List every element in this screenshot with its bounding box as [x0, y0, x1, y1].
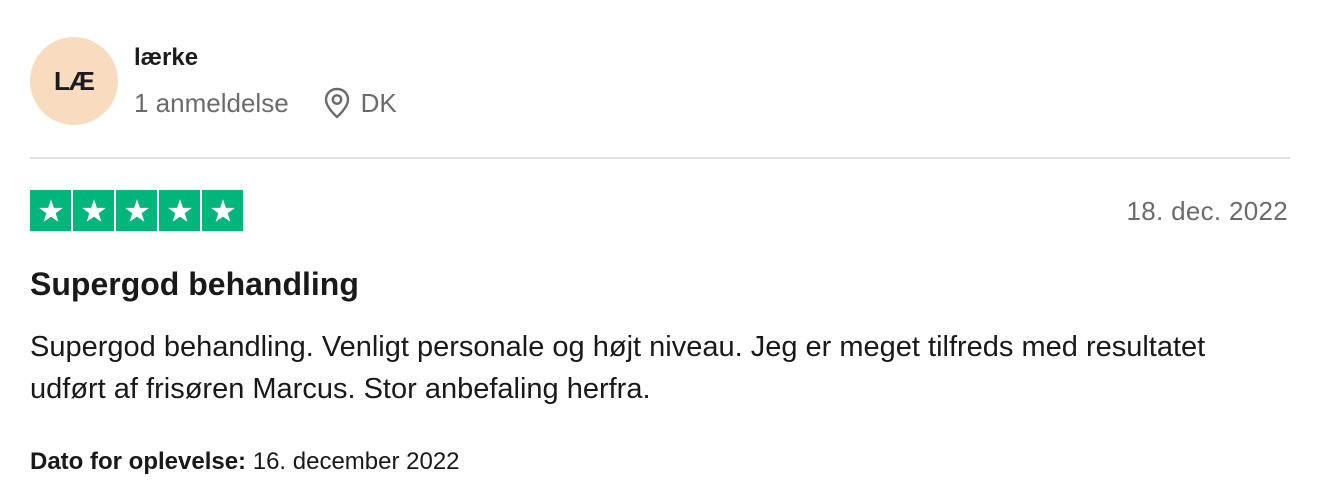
- divider: [30, 157, 1290, 159]
- avatar[interactable]: LÆ: [30, 37, 118, 125]
- review-card: LÆ lærke 1 anmeldelse DK 18. dec. 2022 S…: [0, 0, 1318, 492]
- star-rating: [30, 190, 243, 231]
- location-pin-icon: [323, 87, 351, 119]
- star-icon: [30, 190, 71, 231]
- star-icon: [202, 190, 243, 231]
- star-icon: [116, 190, 157, 231]
- experience-date-value: 16. december 2022: [252, 448, 460, 475]
- review-title[interactable]: Supergod behandling: [30, 266, 359, 303]
- experience-date-label: Dato for oplevelse:: [30, 448, 247, 475]
- reviewer-name[interactable]: lærke: [134, 44, 198, 72]
- review-count: 1 anmeldelse: [134, 87, 289, 118]
- experience-date-row: Dato for oplevelse: 16. december 2022: [30, 448, 460, 476]
- reviewer-meta: 1 anmeldelse DK: [134, 86, 397, 120]
- review-date: 18. dec. 2022: [1126, 196, 1288, 226]
- star-icon: [159, 190, 200, 231]
- avatar-initials: LÆ: [54, 65, 95, 96]
- reviewer-country: DK: [360, 87, 397, 118]
- star-icon: [73, 190, 114, 231]
- review-body: Supergod behandling. Venligt personale o…: [30, 331, 1206, 405]
